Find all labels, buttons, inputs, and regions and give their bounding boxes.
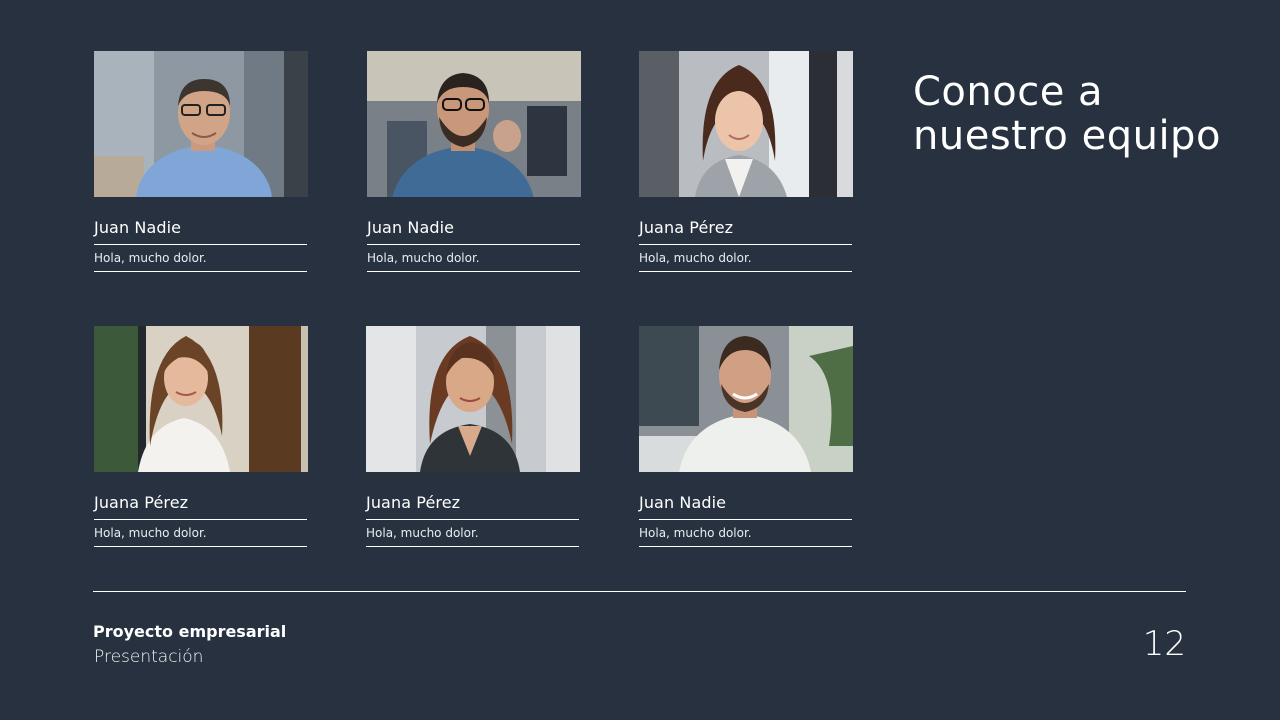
team-member-name: Juan Nadie xyxy=(94,218,182,237)
slide: Juan Nadie Hola, mucho dolor. Juan Nadie xyxy=(0,0,1280,720)
divider xyxy=(639,271,852,272)
team-member-card: Juana Pérez Hola, mucho dolor. xyxy=(94,326,308,547)
team-member-card: Juan Nadie Hola, mucho dolor. xyxy=(94,51,308,272)
team-member-card: Juan Nadie Hola, mucho dolor. xyxy=(367,51,581,272)
team-member-description: Hola, mucho dolor. xyxy=(639,526,752,540)
footer-divider xyxy=(93,591,1186,592)
divider xyxy=(639,546,852,547)
team-member-description: Hola, mucho dolor. xyxy=(366,526,479,540)
team-member-card: Juan Nadie Hola, mucho dolor. xyxy=(639,326,853,547)
divider xyxy=(366,546,579,547)
team-member-photo xyxy=(367,51,581,197)
divider xyxy=(94,271,307,272)
team-member-card: Juana Pérez Hola, mucho dolor. xyxy=(639,51,853,272)
footer-subtitle: Presentación xyxy=(94,647,204,667)
divider xyxy=(367,271,580,272)
team-member-description: Hola, mucho dolor. xyxy=(639,251,752,265)
divider xyxy=(94,546,307,547)
team-member-description: Hola, mucho dolor. xyxy=(94,526,207,540)
slide-heading: Conoce a nuestro equipo xyxy=(913,70,1253,158)
team-member-name: Juana Pérez xyxy=(94,493,189,512)
footer-title: Proyecto empresarial xyxy=(93,622,287,641)
team-member-name: Juana Pérez xyxy=(366,493,461,512)
heading-line-2: nuestro equipo xyxy=(913,113,1221,159)
team-member-description: Hola, mucho dolor. xyxy=(94,251,207,265)
team-member-name: Juana Pérez xyxy=(639,218,734,237)
team-member-name: Juan Nadie xyxy=(367,218,455,237)
team-member-photo xyxy=(366,326,580,472)
team-member-photo xyxy=(639,326,853,472)
team-member-description: Hola, mucho dolor. xyxy=(367,251,480,265)
team-member-photo xyxy=(94,51,308,197)
page-number: 12 xyxy=(1142,624,1186,664)
team-member-card: Juana Pérez Hola, mucho dolor. xyxy=(366,326,580,547)
team-member-photo xyxy=(94,326,308,472)
team-member-photo xyxy=(639,51,853,197)
heading-line-1: Conoce a xyxy=(913,69,1104,115)
team-member-name: Juan Nadie xyxy=(639,493,727,512)
